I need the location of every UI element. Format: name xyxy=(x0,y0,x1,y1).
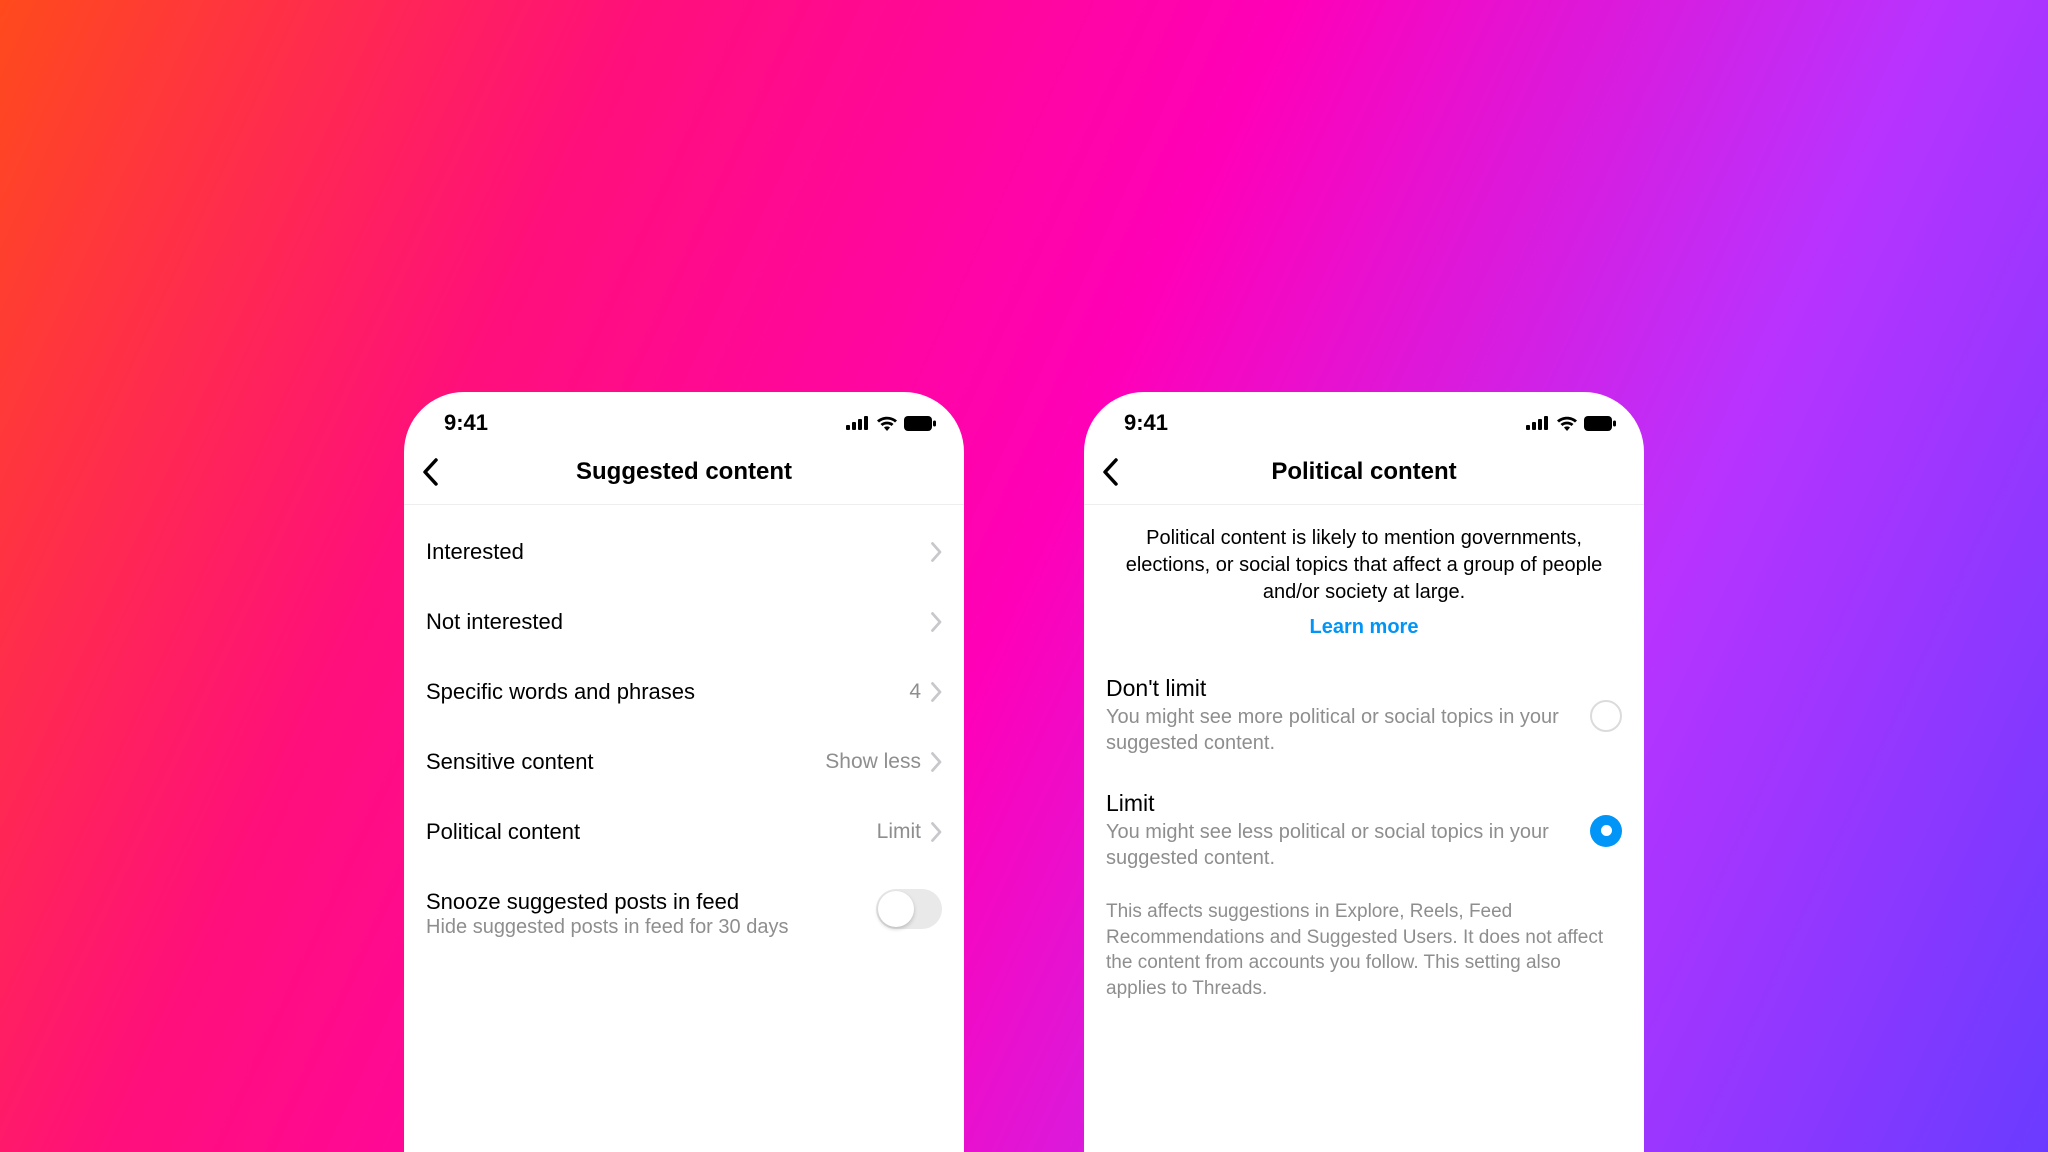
row-specific-words[interactable]: Specific words and phrases 4 xyxy=(404,657,964,727)
row-snooze: Snooze suggested posts in feed Hide sugg… xyxy=(404,867,964,957)
page-title: Political content xyxy=(1102,458,1626,486)
radio-selected[interactable] xyxy=(1590,815,1622,847)
learn-more-link[interactable]: Learn more xyxy=(1084,612,1644,653)
status-bar: 9:41 xyxy=(404,392,964,444)
nav-bar: Suggested content xyxy=(404,444,964,505)
chevron-right-icon xyxy=(931,612,942,632)
toggle-knob xyxy=(878,891,914,927)
option-title: Don't limit xyxy=(1106,675,1576,702)
status-icons xyxy=(846,415,936,431)
row-label: Interested xyxy=(426,539,931,565)
row-value: 4 xyxy=(909,680,921,704)
option-desc: You might see less political or social t… xyxy=(1106,819,1576,871)
snooze-label: Snooze suggested posts in feed xyxy=(426,889,876,915)
chevron-right-icon xyxy=(931,542,942,562)
page-title: Suggested content xyxy=(422,458,946,486)
chevron-right-icon xyxy=(931,822,942,842)
row-interested[interactable]: Interested xyxy=(404,517,964,587)
radio-unselected[interactable] xyxy=(1590,700,1622,732)
cellular-icon xyxy=(846,416,870,430)
wifi-icon xyxy=(876,415,898,431)
row-label: Not interested xyxy=(426,609,931,635)
row-not-interested[interactable]: Not interested xyxy=(404,587,964,657)
phone-suggested-content: 9:41 Suggested content Interested Not in… xyxy=(404,392,964,1152)
chevron-right-icon xyxy=(931,752,942,772)
status-time: 9:41 xyxy=(1112,410,1168,436)
footer-text: This affects suggestions in Explore, Ree… xyxy=(1084,885,1644,1016)
wifi-icon xyxy=(1556,415,1578,431)
info-text: Political content is likely to mention g… xyxy=(1084,505,1644,612)
snooze-sublabel: Hide suggested posts in feed for 30 days xyxy=(426,916,876,939)
nav-bar: Political content xyxy=(1084,444,1644,505)
option-title: Limit xyxy=(1106,790,1576,817)
row-label: Sensitive content xyxy=(426,749,825,775)
row-label: Specific words and phrases xyxy=(426,679,909,705)
option-desc: You might see more political or social t… xyxy=(1106,704,1576,756)
snooze-toggle[interactable] xyxy=(876,889,942,929)
battery-icon xyxy=(904,416,936,431)
options-list: Don't limit You might see more political… xyxy=(1084,653,1644,885)
row-value: Show less xyxy=(825,750,921,774)
row-label: Political content xyxy=(426,819,877,845)
cellular-icon xyxy=(1526,416,1550,430)
chevron-right-icon xyxy=(931,682,942,702)
row-value: Limit xyxy=(877,820,921,844)
option-limit[interactable]: Limit You might see less political or so… xyxy=(1084,770,1644,885)
status-icons xyxy=(1526,415,1616,431)
phone-political-content: 9:41 Political content Political content… xyxy=(1084,392,1644,1152)
settings-list: Interested Not interested Specific words… xyxy=(404,505,964,969)
battery-icon xyxy=(1584,416,1616,431)
row-sensitive-content[interactable]: Sensitive content Show less xyxy=(404,727,964,797)
row-political-content[interactable]: Political content Limit xyxy=(404,797,964,867)
option-dont-limit[interactable]: Don't limit You might see more political… xyxy=(1084,661,1644,770)
status-bar: 9:41 xyxy=(1084,392,1644,444)
status-time: 9:41 xyxy=(432,410,488,436)
